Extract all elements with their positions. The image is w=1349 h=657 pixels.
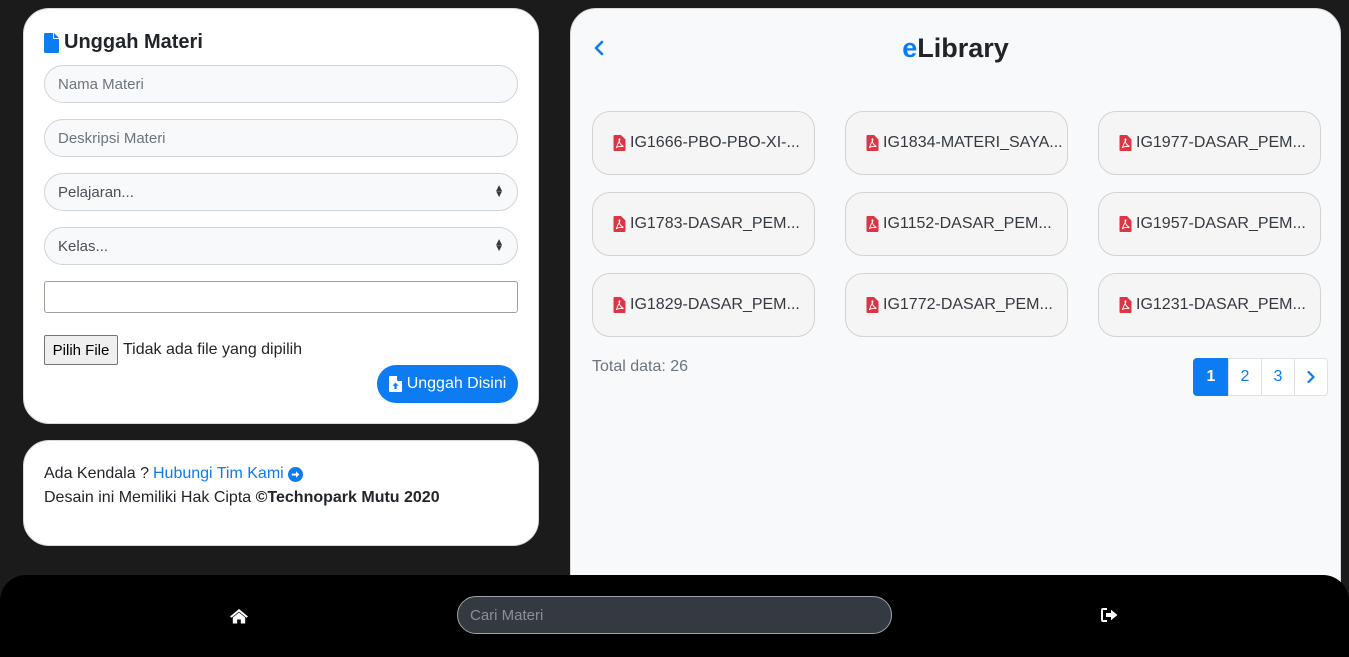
file-item[interactable]: IG1834-MATERI_SAYA... <box>845 111 1068 175</box>
upload-button[interactable]: Unggah Disini <box>377 365 518 403</box>
file-item[interactable]: IG1152-DASAR_PEM... <box>845 192 1068 256</box>
home-button[interactable] <box>229 608 249 626</box>
select-arrows-icon: ▲ ▼ <box>494 183 504 200</box>
upload-title: Unggah Materi <box>44 31 203 54</box>
subject-select-value: Pelajaran... <box>58 183 134 201</box>
upload-title-text: Unggah Materi <box>64 31 203 53</box>
home-icon <box>230 609 248 624</box>
total-data-count: Total data: 26 <box>592 358 689 375</box>
logout-button[interactable] <box>1101 608 1119 624</box>
file-name: IG1977-DASAR_PEM... <box>1136 134 1306 151</box>
file-name: IG1152-DASAR_PEM... <box>883 215 1052 232</box>
copyright-owner: ©Technopark Mutu 2020 <box>255 489 440 506</box>
support-question: Ada Kendala ? <box>44 465 149 482</box>
upload-button-label: Unggah Disini <box>406 375 507 392</box>
search-placeholder: Cari Materi <box>470 606 544 624</box>
page-title: eLibrary <box>571 33 1340 64</box>
page-title-accent: e <box>902 33 918 63</box>
class-select-value: Kelas... <box>58 237 109 255</box>
contact-link[interactable]: Hubungi Tim Kami <box>153 465 284 483</box>
pdf-icon <box>613 216 626 232</box>
logout-icon <box>1101 608 1118 622</box>
pdf-icon <box>1119 135 1132 151</box>
pdf-icon <box>613 135 626 151</box>
next-page-button[interactable] <box>1294 358 1328 396</box>
page-2-button[interactable]: 2 <box>1228 358 1262 396</box>
file-name: IG1783-DASAR_PEM... <box>630 215 800 232</box>
copyright-prefix: Desain ini Memiliki Hak Cipta <box>44 489 252 506</box>
copyright-line: Desain ini Memiliki Hak Cipta ©Technopar… <box>44 489 440 507</box>
file-name: IG1957-DASAR_PEM... <box>1136 215 1306 232</box>
file-name: IG1666-PBO-PBO-XI-... <box>630 134 800 151</box>
support-line: Ada Kendala ? Hubungi Tim Kami <box>44 465 303 483</box>
file-item[interactable]: IG1829-DASAR_PEM... <box>592 273 815 337</box>
footer-card: Ada Kendala ? Hubungi Tim Kami Desain in… <box>23 440 539 546</box>
file-name: IG1231-DASAR_PEM... <box>1136 296 1306 313</box>
material-description-placeholder: Deskripsi Materi <box>58 129 166 147</box>
file-item[interactable]: IG1977-DASAR_PEM... <box>1098 111 1321 175</box>
file-name: IG1772-DASAR_PEM... <box>883 296 1053 313</box>
material-name-placeholder: Nama Materi <box>58 75 144 93</box>
page-1-button[interactable]: 1 <box>1193 358 1229 396</box>
bottom-nav-bar: Cari Materi <box>0 575 1349 657</box>
page-title-rest: Library <box>917 33 1009 63</box>
file-item[interactable]: IG1957-DASAR_PEM... <box>1098 192 1321 256</box>
material-name-input[interactable]: Nama Materi <box>44 65 518 103</box>
pdf-icon <box>866 297 879 313</box>
file-name: IG1829-DASAR_PEM... <box>630 296 800 313</box>
material-description-input[interactable]: Deskripsi Materi <box>44 119 518 157</box>
select-arrows-icon: ▲ ▼ <box>494 237 504 254</box>
file-upload-icon <box>388 376 402 392</box>
chevron-right-icon <box>1307 370 1315 384</box>
library-card: eLibrary IG1666-PBO-PBO-XI-... IG1834-MA… <box>570 8 1341 608</box>
choose-file-button[interactable]: Pilih File <box>44 335 118 365</box>
pdf-icon <box>1119 297 1132 313</box>
file-picker: Pilih File Tidak ada file yang dipilih <box>44 335 302 365</box>
page-3-button[interactable]: 3 <box>1261 358 1295 396</box>
pdf-icon <box>866 216 879 232</box>
subject-select[interactable]: Pelajaran... ▲ ▼ <box>44 173 518 211</box>
file-item[interactable]: IG1783-DASAR_PEM... <box>592 192 815 256</box>
file-item[interactable]: IG1231-DASAR_PEM... <box>1098 273 1321 337</box>
search-input[interactable]: Cari Materi <box>457 596 892 634</box>
file-item[interactable]: IG1666-PBO-PBO-XI-... <box>592 111 815 175</box>
file-icon <box>44 32 59 53</box>
arrow-circle-right-icon[interactable] <box>287 466 303 482</box>
file-status-text: Tidak ada file yang dipilih <box>123 341 303 358</box>
pdf-icon <box>613 297 626 313</box>
file-item[interactable]: IG1772-DASAR_PEM... <box>845 273 1068 337</box>
file-grid: IG1666-PBO-PBO-XI-... IG1834-MATERI_SAYA… <box>592 111 1321 337</box>
pdf-icon <box>866 135 879 151</box>
extra-text-field[interactable] <box>44 281 518 313</box>
class-select[interactable]: Kelas... ▲ ▼ <box>44 227 518 265</box>
pagination: 1 2 3 <box>1193 358 1328 396</box>
upload-card: Unggah Materi Nama Materi Deskripsi Mate… <box>23 8 539 424</box>
pdf-icon <box>1119 216 1132 232</box>
file-name: IG1834-MATERI_SAYA... <box>883 134 1063 151</box>
